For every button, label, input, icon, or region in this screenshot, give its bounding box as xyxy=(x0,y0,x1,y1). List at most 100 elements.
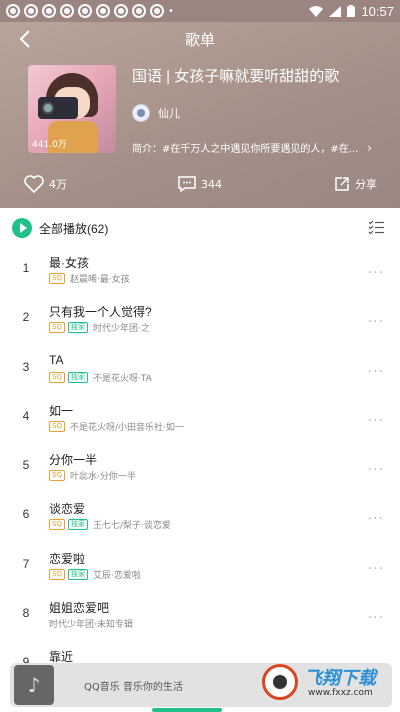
song-artist: 不是花火呀/小田音乐社·如一 xyxy=(69,422,184,433)
app-notification-icon xyxy=(24,4,38,18)
exclusive-badge: 独家 xyxy=(67,322,88,334)
status-bar: • 10:57 xyxy=(0,0,400,22)
status-time: 10:57 xyxy=(361,3,394,19)
exclusive-badge: 独家 xyxy=(67,371,88,383)
song-row[interactable]: 2 只有我一个人觉得? SQ 独家 时代少年团·之 ··· xyxy=(0,297,400,346)
mini-player-text: QQ音乐 音乐你的生活 xyxy=(84,681,183,693)
song-row[interactable]: 3 TA SQ 独家 不是花火呀·TA ··· xyxy=(0,347,400,396)
more-dots-icon[interactable]: ··· xyxy=(368,364,384,380)
song-artist: 艾辰·恋爱啦 xyxy=(92,570,141,581)
more-notifications-icon: • xyxy=(168,5,174,17)
playlist-intro[interactable]: 简介：#在千万人之中遇见你所要遇见的人，#在... › xyxy=(132,140,372,156)
back-arrow-icon xyxy=(19,30,30,48)
song-meta: SQ 独家 不是花火呀·TA xyxy=(49,371,152,384)
song-row[interactable]: 5 分你一半 SQ 叶惢水·分你一半 ··· xyxy=(0,445,400,494)
home-indicator xyxy=(152,708,222,712)
more-dots-icon[interactable]: ··· xyxy=(368,610,384,626)
app-notification-icon xyxy=(132,4,146,18)
playlist-header: 歌单 441.0万 国语 | 女孩子嘛就要听甜甜的歌 仙儿 简介：#在千万人之中… xyxy=(0,22,400,208)
song-title: 恋爱啦 xyxy=(49,551,86,566)
comment-count: 344 xyxy=(201,177,222,191)
share-label: 分享 xyxy=(355,178,377,191)
sq-badge: SQ xyxy=(49,371,65,383)
song-number: 5 xyxy=(22,458,30,473)
sq-badge: SQ xyxy=(49,273,65,284)
song-number: 1 xyxy=(22,261,30,275)
share-icon xyxy=(335,177,349,191)
song-meta: SQ 独家 王七七/梨子·谈恋爱 xyxy=(49,518,171,531)
song-number: 8 xyxy=(22,606,30,621)
app-notification-icon xyxy=(6,4,20,18)
exclusive-badge: 独家 xyxy=(67,519,88,531)
song-row[interactable]: 1 最·女孩 SQ 赵晨唏·最·女孩 ··· xyxy=(0,248,400,297)
avatar[interactable] xyxy=(132,104,150,122)
song-number: 4 xyxy=(22,408,30,423)
exclusive-badge: 独家 xyxy=(67,568,88,580)
playlist-cover[interactable]: 441.0万 xyxy=(28,65,116,153)
watermark-url: www.fxxz.com xyxy=(308,688,373,698)
song-row[interactable]: 4 如一 SQ 不是花火呀/小田音乐社·如一 ··· xyxy=(0,396,400,445)
watermark: 飞翔下载 www.fxxz.com xyxy=(262,658,392,708)
playlist-title: 国语 | 女孩子嘛就要听甜甜的歌 xyxy=(132,68,340,85)
more-dots-icon[interactable]: ··· xyxy=(368,265,384,281)
back-button[interactable] xyxy=(10,24,40,54)
heart-icon xyxy=(24,175,44,193)
play-all-bar: 全部播放(62) xyxy=(0,208,400,248)
music-note-icon[interactable]: ♪ xyxy=(14,665,54,705)
sq-badge: SQ xyxy=(49,519,65,531)
app-notification-icon xyxy=(78,4,92,18)
song-row[interactable]: 7 恋爱啦 SQ 独家 艾辰·恋爱啦 ··· xyxy=(0,544,400,593)
song-row[interactable]: 6 谈恋爱 SQ 独家 王七七/梨子·谈恋爱 ··· xyxy=(0,494,400,543)
sq-badge: SQ xyxy=(49,420,65,432)
play-circle-icon[interactable] xyxy=(12,218,32,238)
comment-icon xyxy=(178,176,196,192)
song-artist: 时代少年团·未知专辑 xyxy=(49,620,133,631)
multi-select-icon[interactable] xyxy=(368,220,384,234)
song-title: 谈恋爱 xyxy=(49,502,86,517)
song-artist: 叶惢水·分你一半 xyxy=(69,472,136,483)
app-notification-icon xyxy=(114,4,128,18)
more-dots-icon[interactable]: ··· xyxy=(368,561,384,577)
song-artist: 不是花火呀·TA xyxy=(92,373,152,384)
creator-name[interactable]: 仙儿 xyxy=(158,105,180,121)
creator[interactable]: 仙儿 xyxy=(132,104,180,122)
song-title: 姐姐恋爱吧 xyxy=(49,601,110,616)
song-meta: SQ 不是花火呀/小田音乐社·如一 xyxy=(49,420,184,433)
song-title: 最·女孩 xyxy=(49,256,89,270)
song-meta: SQ 独家 时代少年团·之 xyxy=(49,321,150,334)
watermark-logo xyxy=(262,664,298,700)
sq-badge: SQ xyxy=(49,322,65,334)
notification-icons: • xyxy=(6,4,174,18)
song-meta: SQ 叶惢水·分你一半 xyxy=(49,469,136,482)
nav-bar: 歌单 xyxy=(0,22,400,56)
app-notification-icon xyxy=(42,4,56,18)
like-button[interactable]: 4万 xyxy=(24,175,67,193)
song-artist: 王七七/梨子·谈恋爱 xyxy=(92,521,171,532)
song-number: 2 xyxy=(22,310,30,325)
app-notification-icon xyxy=(60,4,74,18)
song-artist: 时代少年团·之 xyxy=(92,324,150,335)
more-dots-icon[interactable]: ··· xyxy=(368,462,384,478)
watermark-title: 飞翔下载 xyxy=(304,668,376,688)
song-row[interactable]: 8 姐姐恋爱吧 时代少年团·未知专辑 ··· xyxy=(0,593,400,642)
song-meta: SQ 独家 艾辰·恋爱啦 xyxy=(49,568,141,581)
app-notification-icon xyxy=(150,4,164,18)
comment-button[interactable]: 344 xyxy=(178,176,222,192)
song-meta: 时代少年团·未知专辑 xyxy=(49,617,133,630)
more-dots-icon[interactable]: ··· xyxy=(368,511,384,527)
share-button[interactable]: 分享 xyxy=(334,176,377,192)
sq-badge: SQ xyxy=(49,470,65,482)
action-bar: 4万 344 分享 xyxy=(0,172,400,196)
song-number: 3 xyxy=(22,359,30,374)
play-all-button[interactable]: 全部播放(62) xyxy=(39,220,108,237)
song-list: 1 最·女孩 SQ 赵晨唏·最·女孩 ··· 2 只有我一个人觉得? SQ 独家… xyxy=(0,248,400,692)
intro-text: 简介：#在千万人之中遇见你所要遇见的人，#在... xyxy=(132,144,359,155)
song-meta: SQ 赵晨唏·最·女孩 xyxy=(49,272,130,285)
wifi-icon xyxy=(309,5,324,17)
song-title: 只有我一个人觉得? xyxy=(49,305,152,320)
song-title: TA xyxy=(49,352,64,367)
song-number: 7 xyxy=(22,556,30,571)
song-title: 分你一半 xyxy=(49,453,98,468)
more-dots-icon[interactable]: ··· xyxy=(368,314,384,330)
more-dots-icon[interactable]: ··· xyxy=(368,413,384,429)
